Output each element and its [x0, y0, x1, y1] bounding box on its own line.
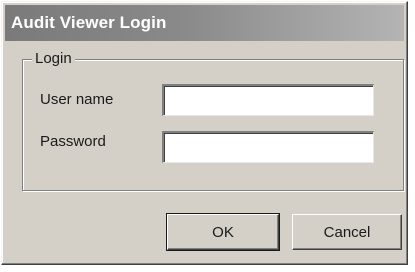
- title-bar[interactable]: Audit Viewer Login: [5, 5, 404, 41]
- username-label: User name: [40, 91, 114, 108]
- ok-button[interactable]: OK: [166, 213, 280, 251]
- login-groupbox: Login: [22, 50, 404, 191]
- username-field[interactable]: [162, 84, 374, 116]
- window-title: Audit Viewer Login: [11, 13, 167, 32]
- cancel-button[interactable]: Cancel: [292, 214, 402, 250]
- login-group-legend: Login: [32, 50, 75, 68]
- password-label: Password: [40, 133, 106, 150]
- password-field[interactable]: [162, 131, 374, 163]
